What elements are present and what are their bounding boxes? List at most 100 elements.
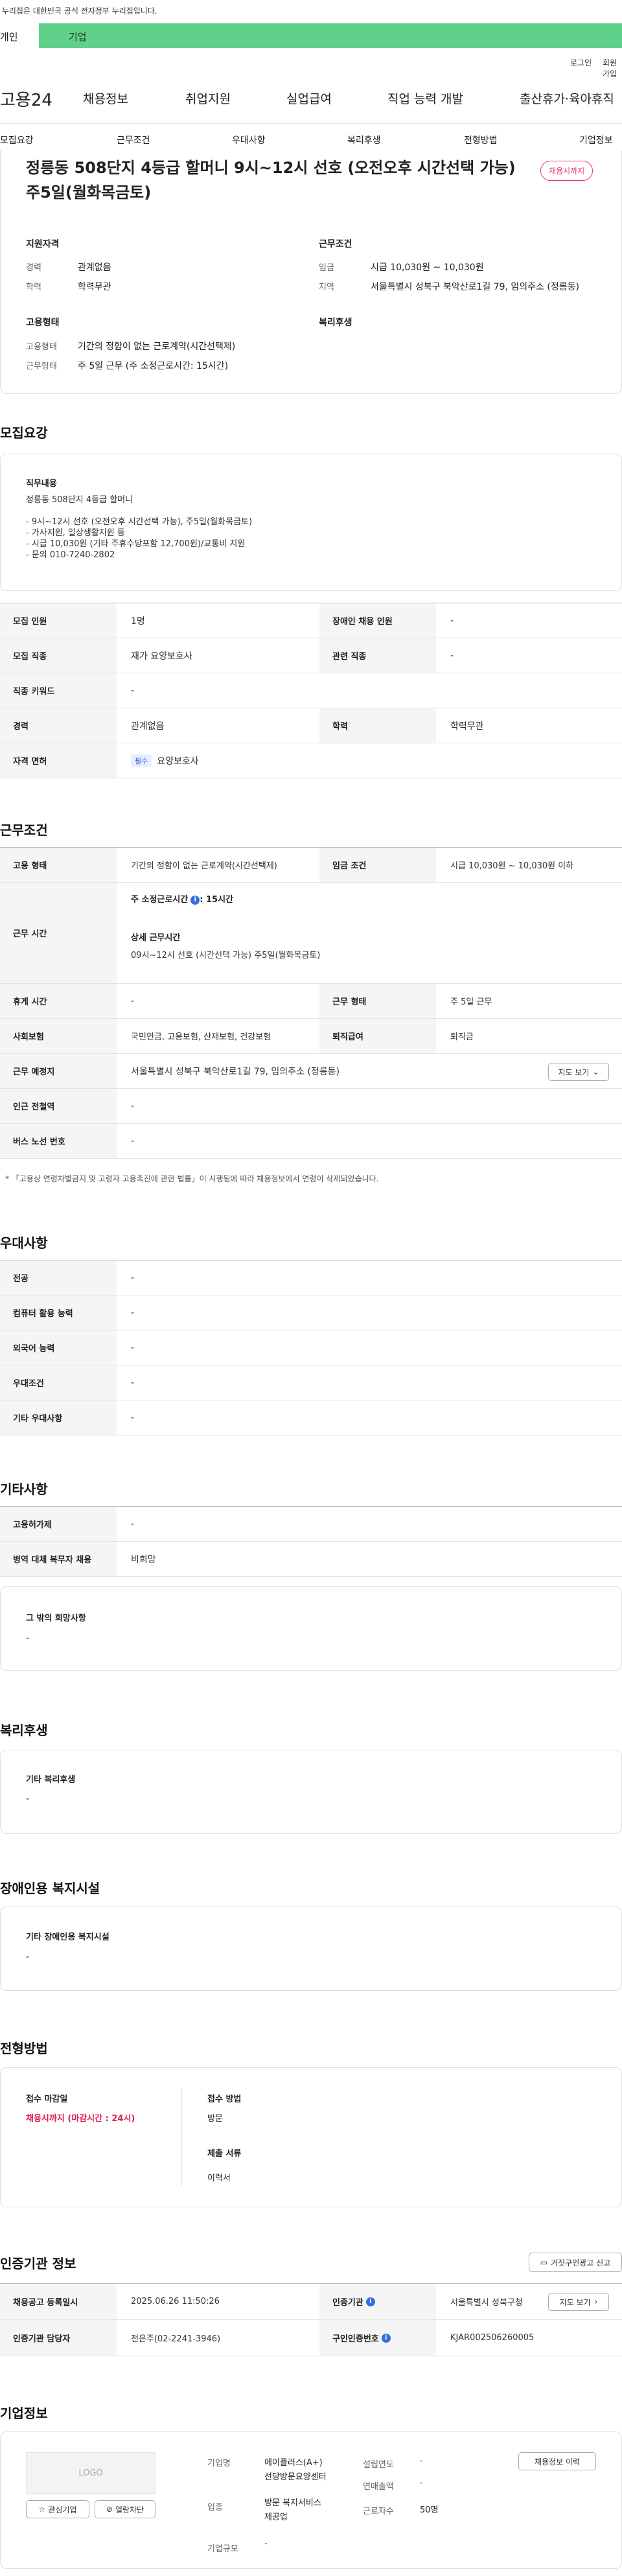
gnb-item-employment-support[interactable]: 취업지원 bbox=[185, 89, 231, 107]
table-row: 고용허가제 - bbox=[0, 1507, 622, 1542]
table-row: 직종 키워드 - bbox=[0, 673, 622, 708]
selection-card bbox=[0, 2067, 622, 2207]
method-label: 접수 방법 bbox=[207, 2094, 242, 2104]
employment-type-label: 고용형태 bbox=[26, 342, 57, 352]
disability-card bbox=[0, 1907, 622, 1991]
table-row: 인근 전철역 - bbox=[0, 1089, 622, 1124]
report-fake-ad-button[interactable]: ▭ 거짓구인광고 신고 bbox=[529, 2253, 622, 2272]
deadline-label: 접수 마감일 bbox=[26, 2094, 68, 2104]
snb-item-selection[interactable]: 전형방법 bbox=[464, 133, 498, 146]
row-header: 기타 우대사항 bbox=[0, 1400, 117, 1435]
job-title: 정릉동 508단지 4등급 할머니 9시~12시 선호 (오전오후 시간선택 가… bbox=[26, 156, 544, 205]
agency-map-button[interactable]: 지도 보기 › bbox=[548, 2293, 609, 2311]
row-value: - bbox=[131, 1307, 135, 1318]
career-value: 관계없음 bbox=[78, 262, 111, 273]
row-header: 외국어 능력 bbox=[0, 1330, 117, 1365]
row-header: 인근 전철역 bbox=[0, 1089, 117, 1123]
map-button[interactable]: 지도 보기 ⌄ bbox=[548, 1063, 609, 1081]
org-label: 인증기관 bbox=[332, 2298, 363, 2308]
wage-value: 시급 10,030원 ~ 10,030원 bbox=[371, 262, 484, 273]
gnb-item-vocational-training[interactable]: 직업 능력 개발 bbox=[387, 89, 463, 107]
company-size-value: - bbox=[264, 2539, 268, 2549]
table-row: 모집 인원 1명 장애인 채용 인원 - bbox=[0, 603, 622, 638]
row-header: 경력 bbox=[0, 708, 117, 743]
method-value: 방문 bbox=[207, 2114, 223, 2124]
tab-business[interactable]: 기업 bbox=[39, 23, 622, 48]
other-wishes-card bbox=[0, 1586, 622, 1671]
row-header: 우대조건 bbox=[0, 1365, 117, 1400]
row-header: 버스 노선 번호 bbox=[0, 1124, 117, 1158]
tab-business-label: 기업 bbox=[69, 31, 87, 43]
hiring-history-button[interactable]: 채용정보 이력 bbox=[518, 2452, 596, 2470]
gov-banner-text: 이 누리집은 대한민국 공식 전자정부 누리집입니다. bbox=[0, 6, 157, 16]
weekly-hours-label: 주 소정근로시간 bbox=[131, 895, 189, 905]
sales-label: 연매출액 bbox=[363, 2482, 394, 2492]
gnb-item-parental-leave[interactable]: 출산휴가·육아휴직 bbox=[520, 89, 614, 107]
join-link[interactable]: 회원가입 bbox=[603, 57, 622, 79]
duty-line: - 시급 10,030원 (기타 주휴수당포함 12,700원)/교통비 지원 bbox=[26, 539, 246, 549]
row-value: 주 소정근로시간 i: 15시간 상세 근무시간 09시~12시 선호 (시간선택… bbox=[117, 883, 622, 983]
login-link[interactable]: 로그인 bbox=[570, 57, 592, 68]
row-header: 근무 예정지 bbox=[0, 1054, 117, 1088]
logo-placeholder-text: LOGO bbox=[78, 2468, 103, 2478]
employees-value: 50명 bbox=[420, 2505, 439, 2515]
license-value: 요양보호사 bbox=[157, 756, 199, 767]
row-header: 근무 시간 bbox=[0, 883, 117, 983]
row-header: 채용공고 등록일시 bbox=[0, 2284, 117, 2319]
row-value: - bbox=[131, 995, 135, 1006]
company-name-value: 에이플러스(A+) 선당방문요양센터 bbox=[264, 2456, 327, 2485]
row-value: - bbox=[131, 685, 135, 696]
row-header: 전공 bbox=[0, 1260, 117, 1295]
welfare-box-title: 기타 복리후생 bbox=[26, 1775, 76, 1785]
career-label: 경력 bbox=[26, 263, 41, 273]
info-icon[interactable]: i bbox=[365, 2297, 375, 2306]
snb-item-conditions[interactable]: 근무조건 bbox=[117, 133, 150, 146]
site-logo[interactable]: 고용24 bbox=[0, 87, 52, 111]
row-header: 사회보험 bbox=[0, 1019, 117, 1053]
duty-line: 정릉동 508단지 4등급 할머니 bbox=[26, 495, 133, 505]
employment-type-title: 고용형태 bbox=[26, 318, 60, 328]
info-icon[interactable]: i bbox=[190, 895, 200, 905]
block-view-button[interactable]: ⊘ 열람차단 bbox=[95, 2500, 156, 2518]
report-button-label: 거짓구인광고 신고 bbox=[551, 2258, 611, 2268]
row-header: 고용 형태 bbox=[0, 848, 117, 882]
preferences-section-title: 우대사항 bbox=[0, 1235, 48, 1251]
snb-item-company[interactable]: 기업정보 bbox=[579, 133, 613, 146]
other-wishes-value: - bbox=[26, 1633, 30, 1643]
history-label: 채용정보 이력 bbox=[534, 2457, 581, 2466]
row-header: 임금 조건 bbox=[319, 848, 436, 882]
row-value: 퇴직금 bbox=[450, 1032, 474, 1042]
gnb-item-unemployment-benefit[interactable]: 실업급여 bbox=[286, 89, 332, 107]
info-icon[interactable]: i bbox=[381, 2333, 391, 2343]
recruit-section-title: 모집요강 bbox=[0, 425, 48, 441]
star-icon: ☆ bbox=[38, 2505, 46, 2514]
weekly-hours: 주 소정근로시간 i: 15시간 bbox=[131, 892, 622, 905]
duty-line-blank bbox=[26, 505, 252, 516]
docs-value: 이력서 bbox=[207, 2174, 231, 2183]
row-value: 시급 10,030원 ~ 10,030원 이하 bbox=[450, 861, 574, 871]
disability-section-title: 장애인용 복지시설 bbox=[0, 1881, 100, 1896]
tab-individual[interactable]: 개인 bbox=[0, 23, 39, 48]
deadline-badge: 채용시까지 bbox=[540, 161, 593, 181]
row-value: KJAR002506260005 bbox=[450, 2333, 535, 2343]
row-header: 구인인증번호 i bbox=[319, 2320, 436, 2356]
region-value: 서울특별시 성북구 북악산로1길 79, 임의주소 (정릉동) bbox=[371, 282, 579, 292]
industry-value: 방문 복지서비스 제공업 bbox=[264, 2496, 321, 2525]
duty-line: - 가사지원, 일상생활지원 등 bbox=[26, 528, 125, 538]
favorite-company-button[interactable]: ☆ 관심기업 bbox=[26, 2500, 89, 2518]
gnb-item-jobs[interactable]: 채용정보 bbox=[83, 89, 128, 107]
row-header: 직종 키워드 bbox=[0, 673, 117, 708]
site-tabs: 개인 기업 bbox=[0, 23, 622, 48]
employees-label: 근로자수 bbox=[363, 2507, 394, 2516]
row-value: - bbox=[450, 615, 454, 626]
row-header: 모집 인원 bbox=[0, 603, 117, 638]
block-icon: ⊘ bbox=[106, 2505, 113, 2514]
duty-content: 정릉동 508단지 4등급 할머니 - 9시~12시 선호 (오전오후 시간선택… bbox=[26, 494, 252, 561]
selection-divider bbox=[181, 2088, 182, 2187]
snb-item-preferences[interactable]: 우대사항 bbox=[232, 133, 266, 146]
snb-item-recruit[interactable]: 모집요강 bbox=[0, 133, 34, 146]
welfare-card bbox=[0, 1750, 622, 1834]
row-value: - bbox=[131, 1342, 135, 1353]
snb-item-welfare[interactable]: 복리후생 bbox=[347, 133, 381, 146]
docs-label: 제출 서류 bbox=[207, 2149, 242, 2159]
